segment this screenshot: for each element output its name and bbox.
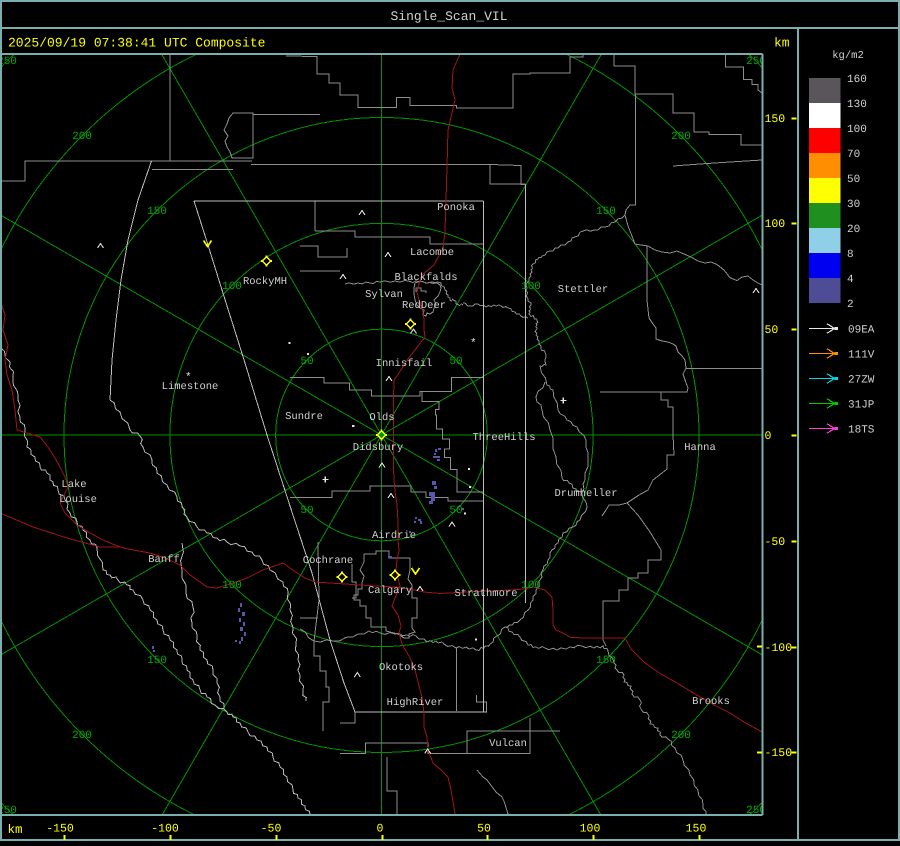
svg-text:70: 70: [847, 149, 860, 161]
svg-text:150: 150: [596, 206, 616, 218]
svg-text:150: 150: [765, 113, 786, 126]
svg-text:-150: -150: [765, 747, 793, 760]
svg-text:km: km: [8, 823, 23, 837]
svg-text:Airdrie: Airdrie: [372, 530, 416, 542]
svg-text:200: 200: [671, 730, 691, 742]
svg-text:18TS: 18TS: [848, 425, 875, 437]
svg-text:200: 200: [72, 131, 92, 143]
svg-text:250: 250: [0, 56, 17, 68]
svg-text:Sundre: Sundre: [285, 411, 323, 423]
svg-text:kg/m2: kg/m2: [832, 50, 864, 62]
svg-text:Louise: Louise: [59, 494, 97, 506]
svg-text:Innisfail: Innisfail: [376, 358, 433, 370]
svg-text:50: 50: [765, 324, 779, 337]
svg-text:Stettler: Stettler: [558, 284, 608, 296]
svg-text:HighRiver: HighRiver: [387, 697, 444, 709]
svg-text:Single_Scan_VIL: Single_Scan_VIL: [390, 9, 507, 24]
svg-text:Vulcan: Vulcan: [489, 738, 527, 750]
svg-text:111V: 111V: [848, 350, 875, 362]
svg-text:-50: -50: [261, 823, 282, 836]
svg-text:Lake: Lake: [61, 479, 86, 491]
svg-text:*: *: [470, 338, 477, 350]
svg-text:200: 200: [671, 131, 691, 143]
svg-text:8: 8: [847, 249, 854, 261]
svg-text:50: 50: [847, 174, 860, 186]
svg-text:0: 0: [377, 823, 384, 836]
svg-text:150: 150: [147, 206, 167, 218]
svg-text:-100: -100: [765, 642, 793, 655]
svg-text:50: 50: [300, 356, 313, 368]
svg-text:150: 150: [596, 655, 616, 667]
svg-text:Brooks: Brooks: [692, 696, 730, 708]
svg-text:Cochrane: Cochrane: [303, 555, 353, 567]
svg-text:2: 2: [847, 299, 854, 311]
svg-text:100: 100: [222, 580, 242, 592]
svg-text:2025/09/19 07:38:41 UTC Compos: 2025/09/19 07:38:41 UTC Composite: [8, 36, 265, 51]
svg-text:*: *: [185, 372, 192, 384]
svg-text:150: 150: [686, 823, 707, 836]
svg-text:Calgary: Calgary: [368, 585, 412, 597]
svg-text:100: 100: [847, 124, 867, 136]
svg-text:100: 100: [765, 218, 786, 231]
svg-text:Hanna: Hanna: [684, 442, 716, 454]
svg-text:130: 130: [847, 99, 867, 111]
svg-text:-150: -150: [46, 823, 74, 836]
svg-text:50: 50: [300, 505, 313, 517]
svg-text:50: 50: [477, 823, 491, 836]
svg-text:4: 4: [847, 274, 854, 286]
svg-text:27ZW: 27ZW: [848, 375, 875, 387]
svg-text:09EA: 09EA: [848, 325, 875, 337]
svg-text:Olds: Olds: [369, 412, 394, 424]
svg-text:200: 200: [72, 730, 92, 742]
svg-text:31JP: 31JP: [848, 400, 875, 412]
svg-text:Sylvan: Sylvan: [365, 289, 403, 301]
svg-text:Didsbury: Didsbury: [353, 442, 403, 454]
svg-text:Banff: Banff: [148, 554, 180, 566]
svg-text:160: 160: [847, 74, 867, 86]
svg-text:-50: -50: [765, 536, 786, 549]
svg-text:100: 100: [521, 281, 541, 293]
svg-text:Lacombe: Lacombe: [410, 247, 454, 259]
svg-text:30: 30: [847, 199, 860, 211]
svg-text:100: 100: [580, 823, 601, 836]
svg-text:100: 100: [521, 580, 541, 592]
svg-text:Ponoka: Ponoka: [437, 202, 475, 214]
svg-text:20: 20: [847, 224, 860, 236]
svg-text:100: 100: [222, 281, 242, 293]
svg-text:Drumheller: Drumheller: [554, 488, 617, 500]
svg-text:50: 50: [449, 356, 462, 368]
svg-text:RockyMH: RockyMH: [243, 276, 287, 288]
svg-text:150: 150: [147, 655, 167, 667]
svg-text:ThreeHills: ThreeHills: [472, 432, 535, 444]
svg-text:Okotoks: Okotoks: [379, 662, 423, 674]
svg-text:0: 0: [765, 430, 772, 443]
svg-text:-100: -100: [151, 823, 179, 836]
svg-text:RedDeer: RedDeer: [402, 300, 446, 312]
svg-text:Blackfalds: Blackfalds: [394, 272, 457, 284]
svg-text:km: km: [774, 36, 790, 51]
svg-text:Strathmore: Strathmore: [454, 588, 517, 600]
